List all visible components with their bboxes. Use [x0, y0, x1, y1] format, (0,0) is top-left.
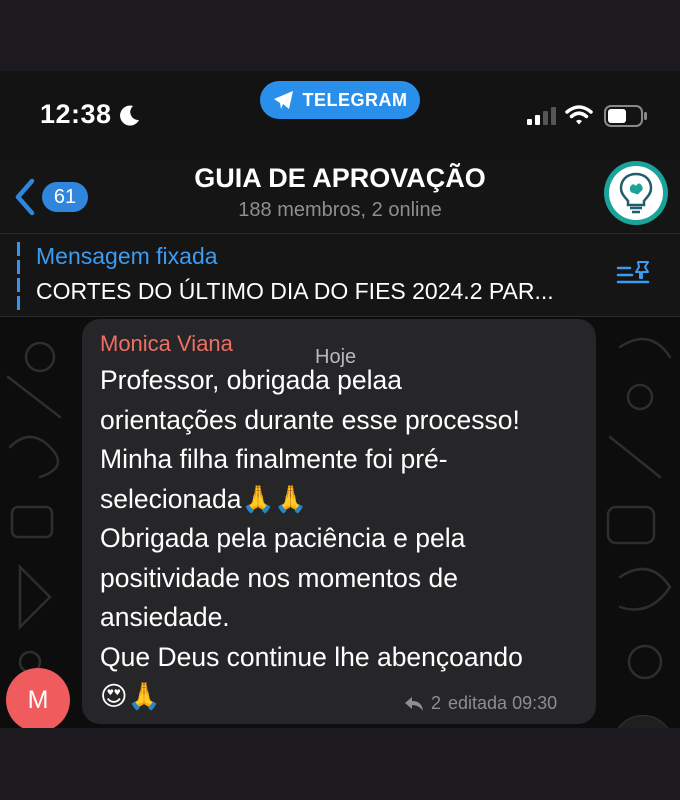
telegram-pill-label: TELEGRAM: [302, 89, 408, 110]
wifi-icon: [565, 105, 593, 125]
status-time: 12:38: [40, 99, 112, 129]
message-sender[interactable]: Monica Viana: [100, 331, 233, 357]
message-text: Professor, obrigada pelaa orientações du…: [100, 361, 590, 717]
pinned-message-bar[interactable]: Mensagem fixada CORTES DO ÚLTIMO DIA DO …: [0, 233, 680, 317]
message-line: ansiedade.: [100, 602, 230, 632]
message-line: Que Deus continue lhe abençoando: [100, 641, 523, 672]
pinned-indicator: [17, 242, 20, 310]
moon-icon: [120, 105, 139, 126]
message-bubble[interactable]: Monica Viana Hoje Professor, obrigada pe…: [82, 319, 596, 724]
lightbulb-brain-icon: [619, 172, 653, 214]
chat-header: 61 GUIA DE APROVAÇÃO 188 membros, 2 onli…: [0, 161, 680, 233]
pinned-list-icon[interactable]: [616, 260, 652, 290]
telegram-pill[interactable]: TELEGRAM: [260, 81, 420, 119]
message-line: selecionada🙏🙏: [100, 483, 308, 514]
pinned-label: Mensagem fixada: [36, 243, 218, 269]
chat-area: Monica Viana Hoje Professor, obrigada pe…: [0, 317, 680, 728]
telegram-window: 12:38 TELEGRAM 61 GUIA DE APROVAÇÃO 188 …: [0, 71, 680, 728]
message-line: positividade nos momentos de: [100, 562, 458, 593]
battery-icon: [604, 105, 647, 127]
chat-subtitle: 188 membros, 2 online: [238, 199, 442, 221]
edited-time: editada 09:30: [448, 693, 558, 713]
pinned-text: CORTES DO ÚLTIMO DIA DO FIES 2024.2 PAR.…: [36, 278, 554, 304]
message-line: Obrigada pela paciência e pela: [100, 523, 466, 553]
reply-icon[interactable]: [404, 696, 424, 712]
telegram-plane-icon: [273, 91, 293, 109]
reply-count[interactable]: 2: [431, 693, 441, 714]
group-avatar[interactable]: [604, 161, 668, 225]
message-line: Professor, obrigada pelaa: [100, 365, 403, 395]
message-line: Minha filha finalmente foi pré-: [100, 444, 448, 474]
status-bar: 12:38 TELEGRAM: [0, 71, 680, 161]
chat-title[interactable]: GUIA DE APROVAÇÃO: [0, 163, 680, 194]
message-line: orientações durante esse processo!: [100, 404, 520, 435]
signal-icon: [527, 107, 556, 125]
message-meta: 2 editada 09:30: [404, 693, 557, 714]
sender-avatar[interactable]: M: [6, 668, 70, 728]
